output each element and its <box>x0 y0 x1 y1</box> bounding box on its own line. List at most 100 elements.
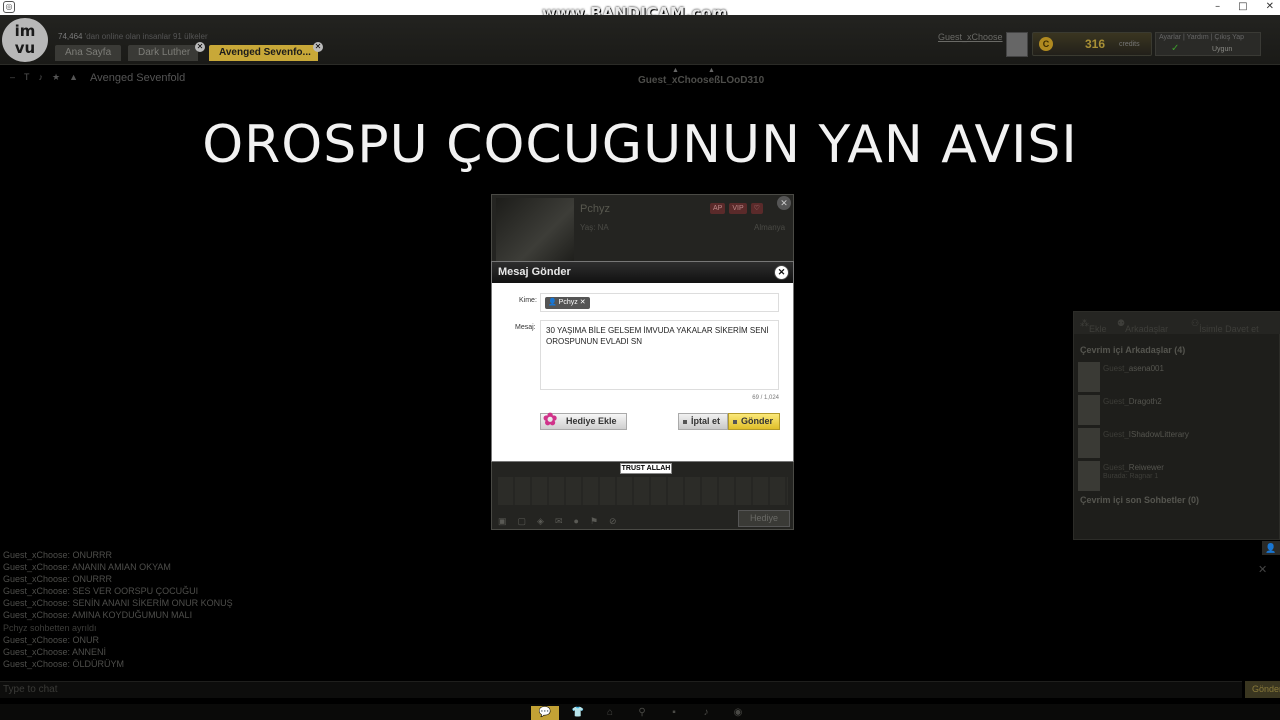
send-message-dialog: Mesaj Gönder ✕ Kime: 👤 Pchyz ✕ Mesaj: 30… <box>491 261 794 462</box>
list-item[interactable]: Guest_Reiwewer Burada: Ragnar 1 <box>1078 461 1278 494</box>
pose-icon[interactable]: ⚲ <box>628 706 656 720</box>
shirt-icon[interactable]: 👕 <box>564 706 592 720</box>
add-friend-icon[interactable]: ▣ <box>498 516 507 527</box>
close-window-icon[interactable]: ✕ <box>1266 0 1274 14</box>
music-icon[interactable]: ♪ <box>692 706 720 720</box>
heart-badge: ♡ <box>750 203 763 214</box>
minus-icon[interactable]: – <box>10 72 15 83</box>
recipient-chip[interactable]: 👤 Pchyz ✕ <box>545 297 590 309</box>
ap-badge: AP <box>710 203 726 214</box>
tab-home[interactable]: Ana Sayfa <box>55 45 121 61</box>
profile-photo <box>496 198 574 264</box>
block-icon[interactable]: ⊘ <box>609 516 617 527</box>
message-label: Mesaj: <box>515 324 536 331</box>
friend-name: Guest_asena001 <box>1103 364 1164 373</box>
online-count-text: 74,464 'dan online olan insanlar 91 ülke… <box>58 32 208 41</box>
current-user-name[interactable]: Guest_xChoose <box>938 32 1003 42</box>
status-check-icon: ✓ <box>1171 43 1180 54</box>
close-tab-icon[interactable]: ✕ <box>313 42 323 52</box>
music-note-icon[interactable]: ♪ <box>39 72 44 83</box>
avatar <box>1078 428 1100 458</box>
list-item[interactable]: Guest_Dragoth2 <box>1078 395 1278 428</box>
friend-location[interactable]: Burada: Ragnar 1 <box>1103 473 1158 480</box>
dialog-title: Mesaj Gönder <box>498 266 571 278</box>
add-friend-link[interactable]: ⁂ Ekle <box>1080 318 1107 334</box>
remove-recipient-icon[interactable]: ✕ <box>580 299 586 306</box>
chat-message: Guest_xChoose: ANANIN AMIAN OKYAM <box>3 562 171 573</box>
pin-icon[interactable]: ▲ <box>69 72 78 83</box>
profile-band-label: TRUST ALLAH <box>620 463 672 474</box>
minimize-icon[interactable]: – <box>1215 0 1220 14</box>
tab-avenged-sevenfold[interactable]: Avenged Sevenfo... <box>209 45 318 61</box>
imvu-logo[interactable]: im vu <box>2 18 48 62</box>
chat-message: Guest_xChoose: ÖLDÜRÜYM <box>3 658 125 669</box>
message-textarea[interactable]: 30 YAŞIMA BİLE GELSEM İMVUDA YAKALAR SİK… <box>540 320 779 390</box>
avatar <box>1078 362 1100 392</box>
overlay-caption: OROSPU ÇOCUGUNUN YAN AVISI <box>202 115 1078 175</box>
profile-gift-button[interactable]: Hediye <box>738 510 790 527</box>
online-friends-header[interactable]: Çevrim içi Arkadaşlar (4) <box>1080 345 1185 355</box>
profile-actions: ▣ ▢ ◈ ✉ ● ⚑ ⊘ <box>498 516 617 527</box>
close-tab-icon[interactable]: ✕ <box>195 42 205 52</box>
recipient-field[interactable]: 👤 Pchyz ✕ <box>540 293 779 312</box>
friends-link[interactable]: ⚉ Arkadaşlar <box>1117 318 1168 334</box>
chat-send-button[interactable]: Gönder <box>1245 681 1280 698</box>
chat-message: Guest_xChoose: ONURRR <box>3 574 113 585</box>
tab-dark-luther[interactable]: Dark Luther <box>128 45 198 61</box>
user-icon[interactable]: ● <box>574 516 579 527</box>
profile-badges: AP VIP ♡ <box>710 203 763 214</box>
account-links[interactable]: Ayarlar | Yardım | Çıkış Yap <box>1159 34 1244 41</box>
friends-list: Guest_asena001 Guest_Dragoth2 Guest_ISha… <box>1078 362 1278 494</box>
chat-message: Guest_xChoose: ANNENİ <box>3 646 107 657</box>
room-user[interactable]: ßLOoD310 <box>714 75 764 86</box>
text-icon[interactable]: T <box>24 72 30 83</box>
furniture-icon[interactable]: ▪ <box>660 706 688 720</box>
online-suffix: 'dan online olan insanlar 91 ülkeler <box>84 32 208 41</box>
profile-close-icon[interactable]: ✕ <box>777 196 791 210</box>
send-label: Gönder <box>741 416 774 426</box>
bottom-toolbar: 💬 👕 ⌂ ⚲ ▪ ♪ ◉ <box>0 704 1280 720</box>
recent-chats-header[interactable]: Çevrim içi son Sohbetler (0) <box>1080 495 1199 505</box>
credits-box[interactable]: C 316 credits <box>1032 32 1152 56</box>
chat-message: Guest_xChoose: SES VER OORSPU ÇOCUĞUI <box>3 586 199 597</box>
logo-text-bottom: vu <box>14 39 36 57</box>
room-toolbar: – T ♪ ★ ▲ <box>10 72 78 83</box>
camera-icon[interactable]: ◉ <box>724 706 752 720</box>
message-icon[interactable]: ✉ <box>555 516 563 527</box>
list-item[interactable]: Guest_asena001 <box>1078 362 1278 395</box>
invite-by-name-link[interactable]: ⚇ İsimle Davet et <box>1191 318 1259 334</box>
chat-input[interactable]: Type to chat <box>0 681 1242 698</box>
vip-badge: VIP <box>729 203 747 214</box>
friends-toolbar: ⁂ Ekle ⚉ Arkadaşlar ⚇ İsimle Davet et <box>1074 312 1280 334</box>
dialog-close-icon[interactable]: ✕ <box>774 265 789 280</box>
friend-name: Guest_Reiwewer <box>1103 463 1164 472</box>
people-icon[interactable]: 👤 <box>1262 541 1280 555</box>
gift-icon[interactable]: ◈ <box>537 516 544 527</box>
gift-bow-icon: ✿ <box>543 410 558 429</box>
to-label: Kime: <box>519 297 537 304</box>
maximize-icon[interactable]: □ <box>1238 0 1247 14</box>
room-name: Avenged Sevenfold <box>90 72 186 84</box>
cancel-button[interactable]: İptal et <box>678 413 728 430</box>
profile-age: Yaş: NA <box>580 223 609 232</box>
list-item[interactable]: Guest_IShadowLitterary <box>1078 428 1278 461</box>
bullet-icon <box>683 420 687 424</box>
hanger-icon[interactable]: ⌂ <box>596 706 624 720</box>
profile-name: Pchyz <box>580 203 610 215</box>
cancel-label: İptal et <box>691 416 721 426</box>
add-gift-button[interactable]: ✿ Hediye Ekle <box>540 410 627 430</box>
online-count: 74,464 <box>58 32 83 41</box>
friends-panel: ⁂ Ekle ⚉ Arkadaşlar ⚇ İsimle Davet et Çe… <box>1073 311 1280 540</box>
dialog-titlebar: Mesaj Gönder ✕ <box>492 262 793 283</box>
chat-icon[interactable]: ▢ <box>518 516 527 527</box>
close-icon[interactable]: ✕ <box>1258 563 1267 576</box>
status-dropdown[interactable]: Uygun <box>1212 46 1232 53</box>
send-button[interactable]: Gönder <box>728 413 780 430</box>
flag-icon[interactable]: ⚑ <box>590 516 598 527</box>
star-icon[interactable]: ★ <box>52 72 60 83</box>
chat-message: Guest_xChoose: SENİN ANANI SİKERİM ONUR … <box>3 598 233 609</box>
current-user-avatar[interactable] <box>1006 32 1028 57</box>
room-user[interactable]: Guest_xChoose <box>638 75 714 86</box>
avatar <box>1078 461 1100 491</box>
chat-bubble-icon[interactable]: 💬 <box>531 706 559 720</box>
